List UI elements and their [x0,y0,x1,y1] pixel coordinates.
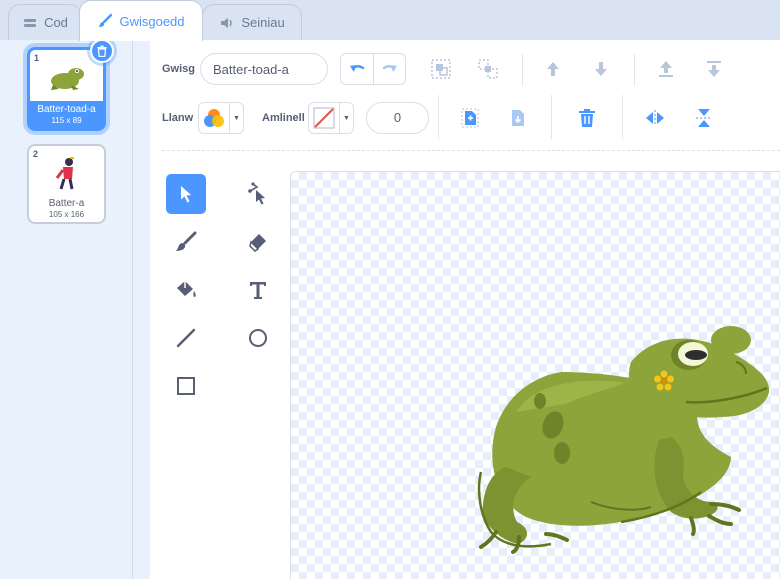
circle-tool[interactable] [238,318,278,358]
paste-button[interactable] [503,103,533,133]
speaker-icon [221,17,233,28]
tab-label: Seiniau [241,15,285,30]
costume-caption: Batter-a 105 x 166 [29,195,104,222]
chevron-down-icon: ▼ [229,103,243,133]
delete-button[interactable] [572,103,602,133]
undo-button[interactable] [341,54,373,84]
costume-thumbnail [29,152,104,196]
tab-code[interactable]: Cod [8,4,82,40]
line-tool[interactable] [166,318,206,358]
tab-label: Cod [44,15,68,30]
toolbar-divider [162,150,780,151]
costume-name-field[interactable] [200,53,328,85]
arrow-up-icon [547,62,559,76]
fill-tool[interactable] [166,270,206,310]
toolbar-divider [522,54,523,86]
redo-icon [382,65,397,72]
paint-editor: Gwisg Llanw ▼ Amlinell ▼ [150,40,780,579]
flip-vertical-button[interactable] [689,103,719,133]
brush-icon [99,13,113,27]
outline-label: Amlinell [262,112,305,124]
rectangle-icon [177,377,195,395]
reshape-icon [248,182,265,205]
costume-caption: Batter-toad-a 115 x 89 [30,101,103,128]
rectangle-tool[interactable] [166,366,206,406]
costume-name: Batter-toad-a [37,104,96,115]
group-button[interactable] [426,54,456,84]
chevron-down-icon: ▼ [339,103,353,133]
fill-label: Llanw [162,112,194,124]
costume-name: Batter-a [48,198,85,209]
flip-horizontal-icon [646,110,664,126]
arrow-down-icon [595,62,607,76]
toolbar-divider [438,95,439,139]
ungroup-button[interactable] [473,54,503,84]
toolbar-divider [634,54,635,86]
costume-item[interactable]: 1 Batter-toad-a 115 x 89 [27,39,114,131]
copy-icon [461,108,479,128]
delete-costume-button[interactable] [90,39,114,63]
eraser-icon [249,234,266,252]
flip-horizontal-button[interactable] [640,103,670,133]
text-tool[interactable] [238,270,278,310]
redo-button[interactable] [373,54,405,84]
copy-button[interactable] [455,103,485,133]
code-icon [24,18,37,27]
brush-tool[interactable] [166,222,206,262]
arrow-cursor-icon [181,186,191,203]
tab-sounds[interactable]: Seiniau [202,4,302,40]
front-button[interactable] [651,54,681,84]
editor-tab-bar: Cod Gwisgoedd Seiniau [0,0,780,41]
eraser-tool[interactable] [238,222,278,262]
ungroup-icon [478,59,498,79]
group-icon [431,59,451,79]
toolbar-divider [551,95,552,139]
undo-icon [350,65,365,72]
circle-icon [249,329,267,347]
color-mix-icon [204,109,224,127]
back-button[interactable] [699,54,729,84]
costume-name-label: Gwisg [162,63,196,75]
no-color-icon [313,107,335,129]
paste-icon [512,110,524,126]
tab-label: Gwisgoedd [119,13,185,29]
costume-thumbnail [30,56,103,100]
paint-canvas[interactable] [290,171,780,579]
select-tool[interactable] [166,174,206,214]
undo-redo-group [340,53,406,85]
paint-bucket-icon [177,281,196,297]
tab-costumes[interactable]: Gwisgoedd [79,0,203,41]
brush-icon [176,231,197,251]
outline-swatch [309,103,339,133]
fill-swatch [199,103,229,133]
toad-costume-image [477,326,770,554]
text-t-icon [250,282,266,299]
backward-button[interactable] [586,54,616,84]
costume-list: 1 Batter-toad-a 115 x 89 2 Batter-a 105 … [0,39,133,579]
outline-width-field[interactable]: 0 [366,102,429,134]
costume-item[interactable]: 2 Batter-a 105 x 166 [27,144,106,224]
reshape-tool[interactable] [238,174,278,214]
trash-icon [97,45,107,57]
forward-button[interactable] [538,54,568,84]
trash-icon [579,109,595,127]
outline-color-picker[interactable]: ▼ [308,102,354,134]
costume-size: 115 x 89 [51,116,82,125]
flip-vertical-icon [696,109,712,127]
line-icon [176,328,196,348]
toolbar-divider [622,95,623,139]
bring-to-front-icon [659,61,673,77]
send-to-back-icon [707,61,721,77]
costume-size: 105 x 166 [48,210,85,219]
fill-color-picker[interactable]: ▼ [198,102,244,134]
